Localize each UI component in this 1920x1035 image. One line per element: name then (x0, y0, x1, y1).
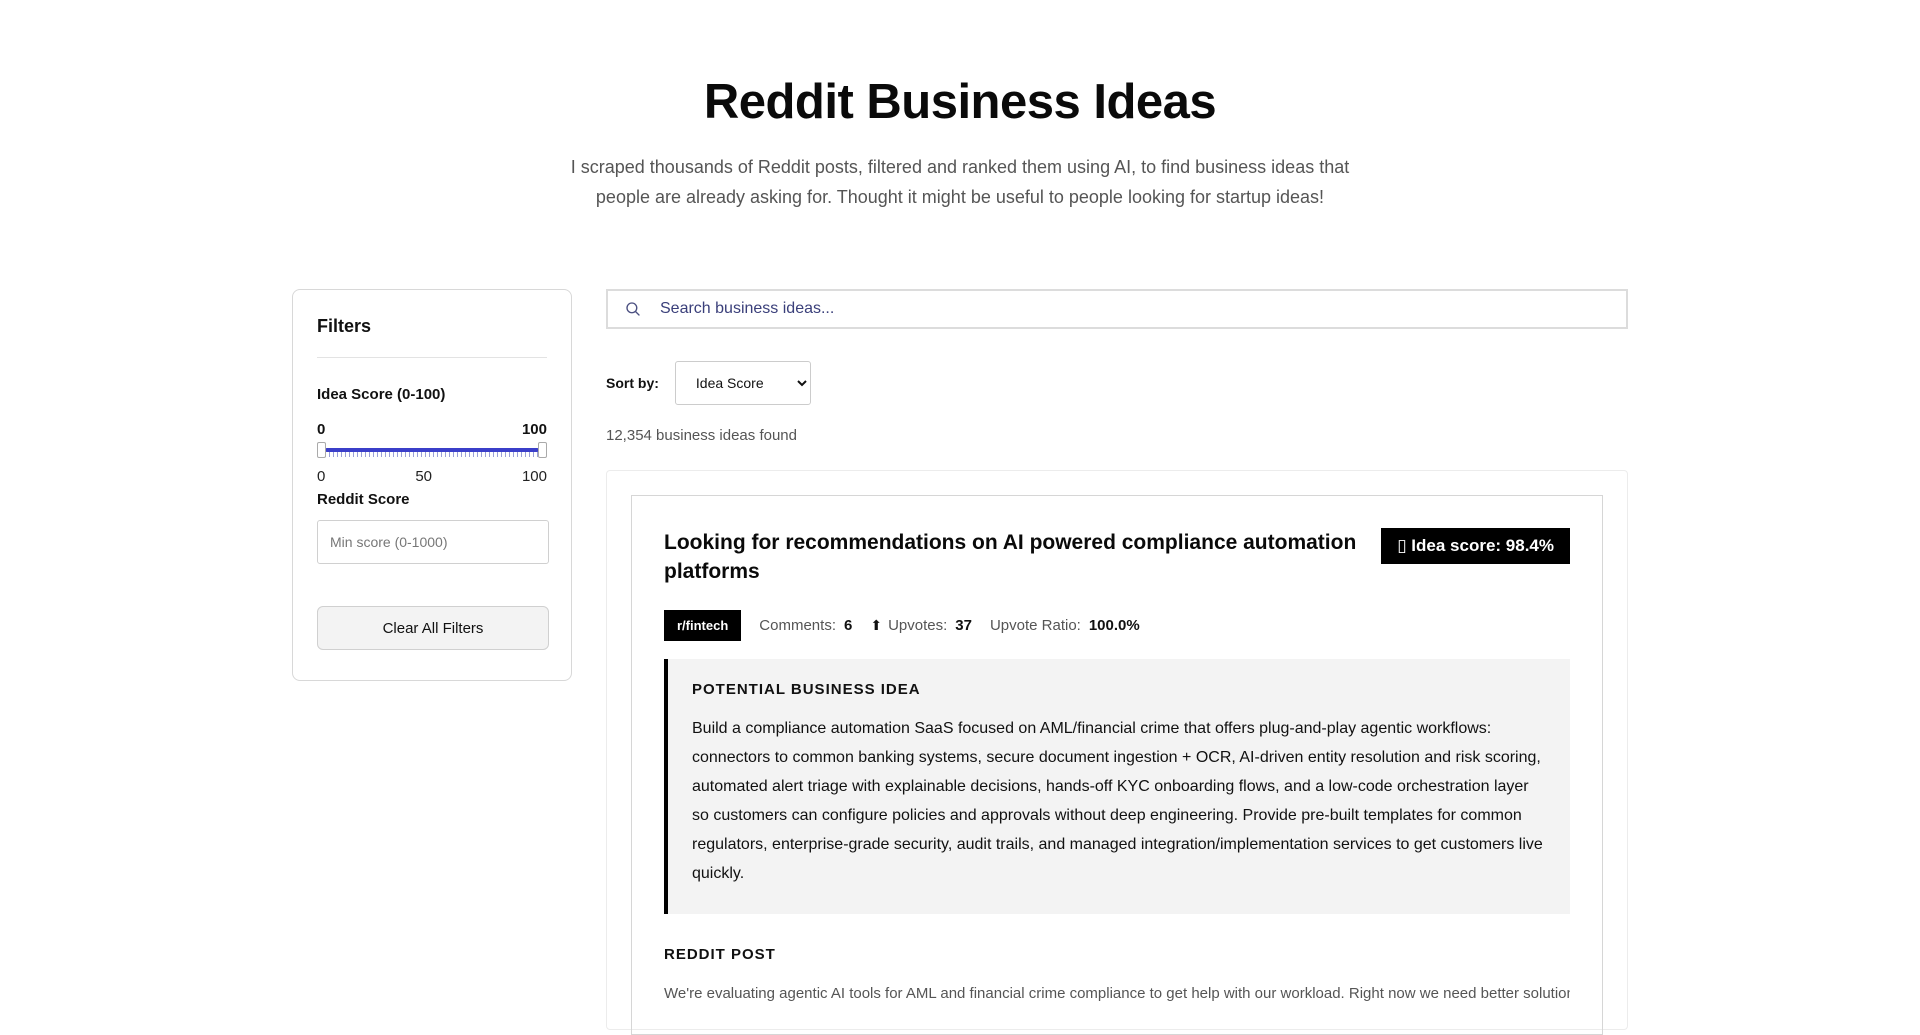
idea-score-badge: ▯ Idea score: 98.4% (1381, 528, 1570, 564)
business-idea-heading: POTENTIAL BUSINESS IDEA (692, 681, 921, 698)
results-main: Sort by: Idea Score 12,354 business idea… (606, 289, 1628, 1035)
slider-ticks (325, 452, 539, 457)
idea-score-label: Idea Score (0-100) (317, 386, 446, 403)
business-idea-box: POTENTIAL BUSINESS IDEA Build a complian… (664, 659, 1570, 914)
range-min-value: 0 (317, 421, 326, 438)
idea-score-slider[interactable] (317, 442, 547, 458)
filters-panel: Filters Idea Score (0-100) 0 100 0 50 10… (292, 289, 572, 681)
upvote-ratio-label: Upvote Ratio: (989, 617, 1081, 634)
slider-max-handle[interactable] (538, 442, 547, 458)
comments-label: Comments: (759, 617, 836, 634)
range-max-value: 100 (521, 421, 547, 438)
min-score-input[interactable] (317, 520, 549, 564)
filters-heading: Filters (317, 316, 547, 358)
results-count: 12,354 business ideas found (606, 427, 797, 444)
search-input[interactable] (660, 291, 1600, 327)
subreddit-tag[interactable]: r/fintech (664, 610, 742, 641)
scale-min: 0 (317, 468, 326, 485)
sort-control: Sort by: Idea Score (606, 361, 1628, 405)
sort-label: Sort by: (606, 375, 659, 391)
reddit-post-text: We're evaluating agentic AI tools for AM… (664, 985, 1570, 1002)
upvote-ratio-value: 100.0% (1088, 617, 1140, 634)
card-header: Looking for recommendations on AI powere… (664, 528, 1570, 586)
results-list: Looking for recommendations on AI powere… (606, 470, 1628, 1035)
upvote-arrow-icon: ⬆ (870, 617, 883, 633)
slider-scale: 0 50 100 (317, 468, 547, 485)
page-subtitle: I scraped thousands of Reddit posts, fil… (570, 157, 1350, 207)
upvotes-label: Upvotes: (888, 617, 948, 634)
scale-max: 100 (521, 468, 547, 485)
page-header: Reddit Business Ideas I scraped thousand… (0, 0, 1920, 212)
reddit-post-heading: REDDIT POST (664, 946, 776, 963)
search-icon (626, 302, 640, 316)
idea-card[interactable]: Looking for recommendations on AI powere… (631, 495, 1603, 1035)
search-bar[interactable] (606, 289, 1628, 329)
sort-select[interactable]: Idea Score (674, 361, 811, 405)
comments-value: 6 (843, 617, 853, 634)
page-title: Reddit Business Ideas (703, 75, 1217, 129)
business-idea-text: Build a compliance automation SaaS focus… (692, 720, 1543, 882)
upvotes-value: 37 (955, 617, 972, 634)
clear-filters-button[interactable]: Clear All Filters (317, 606, 549, 650)
scale-mid: 50 (415, 468, 432, 485)
slider-min-handle[interactable] (317, 442, 326, 458)
card-title[interactable]: Looking for recommendations on AI powere… (664, 528, 1364, 586)
card-meta: r/fintech Comments: 6 ⬆ Upvotes: 37 Upvo… (664, 610, 1570, 641)
reddit-score-label: Reddit Score (317, 491, 410, 508)
idea-score-range-values: 0 100 (317, 421, 547, 438)
